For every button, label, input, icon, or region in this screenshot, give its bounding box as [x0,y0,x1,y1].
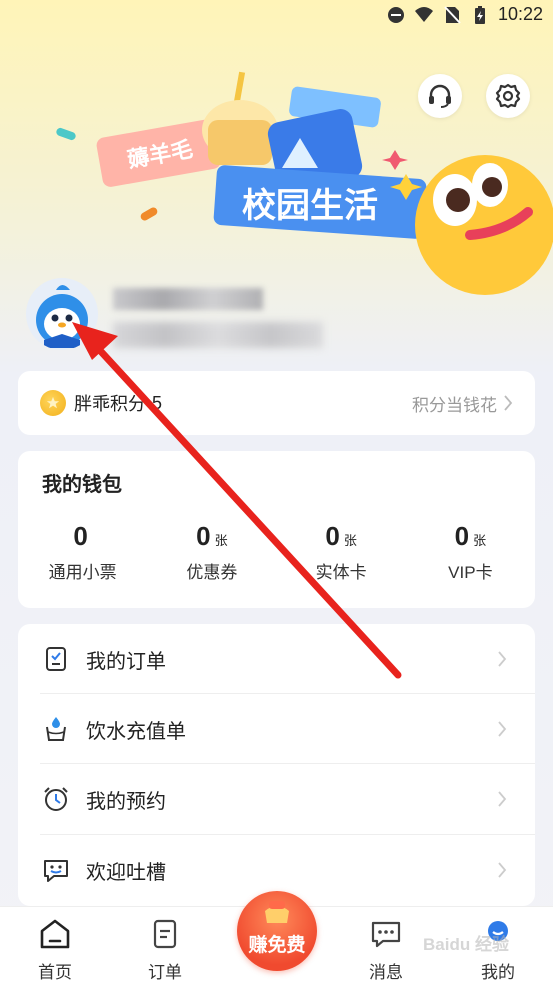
tab-label: 订单 [148,963,182,982]
message-icon [371,921,401,948]
menu-item-label: 饮水充值单 [86,720,186,743]
wallet-label: 通用小票 [48,563,117,582]
points-value: 5 [152,392,163,413]
wallet-card: 我的钱包 0 通用小票 0张 优惠券 0张 实体卡 0张 VIP卡 [18,451,535,608]
water-cup-icon [46,717,66,741]
menu-item-my-appointments[interactable]: 我的预约 [18,764,535,834]
tab-home[interactable]: 首页 [0,907,110,983]
wallet-label: 优惠券 [186,563,238,582]
gear-icon [495,83,521,109]
status-time: 10:22 [497,4,543,24]
settings-button[interactable] [486,74,530,118]
menu-item-label: 欢迎吐槽 [86,861,166,884]
chevron-right-icon [498,651,507,667]
avatar[interactable] [26,278,98,350]
wallet-value: 0 [454,521,470,551]
user-id-blurred [113,322,323,348]
customer-service-button[interactable] [418,74,462,118]
chevron-right-icon [504,395,513,411]
baidu-watermark: Baidu 经验 [423,935,509,954]
points-redeem-link[interactable]: 积分当钱花 [412,391,513,416]
do-not-disturb-icon [387,6,404,23]
battery-charging-icon [474,5,485,24]
money-bag-icon [265,901,289,923]
wallet-value: 0 [196,521,211,551]
chevron-right-icon [498,862,507,878]
wallet-unit: 张 [473,533,487,548]
wallet-label: VIP卡 [448,563,493,582]
order-icon [46,647,66,671]
wallet-unit: 张 [343,533,357,548]
wallet-title: 我的钱包 [42,474,122,496]
wifi-icon [414,6,433,22]
username-blurred [113,288,263,310]
home-icon [40,919,70,949]
feedback-icon [44,860,68,882]
tab-label: 我的 [481,963,515,982]
banner-title-text: 校园生活 [242,187,378,225]
chevron-right-icon [498,721,507,737]
penguin-avatar-icon [36,285,88,348]
tab-label: 首页 [38,963,72,982]
wallet-value: 0 [73,521,88,551]
wallet-value: 0 [325,521,340,551]
menu-item-label: 我的预约 [86,790,166,813]
menu-card: 我的订单 饮水充值单 我的预约 欢迎吐槽 [18,624,535,906]
wallet-label: 实体卡 [315,563,367,582]
wallet-unit: 张 [214,533,228,548]
points-redeem-label: 积分当钱花 [412,395,497,415]
tab-orders[interactable]: 订单 [110,907,220,983]
menu-item-my-orders[interactable]: 我的订单 [18,624,535,694]
wallet-item-physical-cards[interactable]: 0张 实体卡 [277,521,406,583]
earn-free-label: 赚免费 [248,935,306,956]
points-label: 胖乖积分 [74,394,146,414]
headset-icon [429,84,451,108]
menu-item-label: 我的订单 [86,650,166,673]
coin-icon [40,390,66,416]
tab-label: 消息 [369,963,403,982]
status-bar: 10:22 [0,0,553,32]
no-sim-icon [444,5,461,24]
wallet-item-tickets[interactable]: 0 通用小票 [18,521,147,583]
earn-free-button[interactable]: 赚免费 [237,891,317,971]
alarm-clock-icon [44,787,68,811]
wallet-item-vip-cards[interactable]: 0张 VIP卡 [406,521,535,583]
order-tab-icon [153,919,177,949]
chevron-right-icon [498,791,507,807]
menu-item-water-recharge[interactable]: 饮水充值单 [18,694,535,764]
wallet-item-coupons[interactable]: 0张 优惠券 [147,521,276,583]
points-card[interactable]: 胖乖积分 5 积分当钱花 [18,371,535,435]
campus-life-banner: 薅羊毛 校园生活 [56,71,553,295]
